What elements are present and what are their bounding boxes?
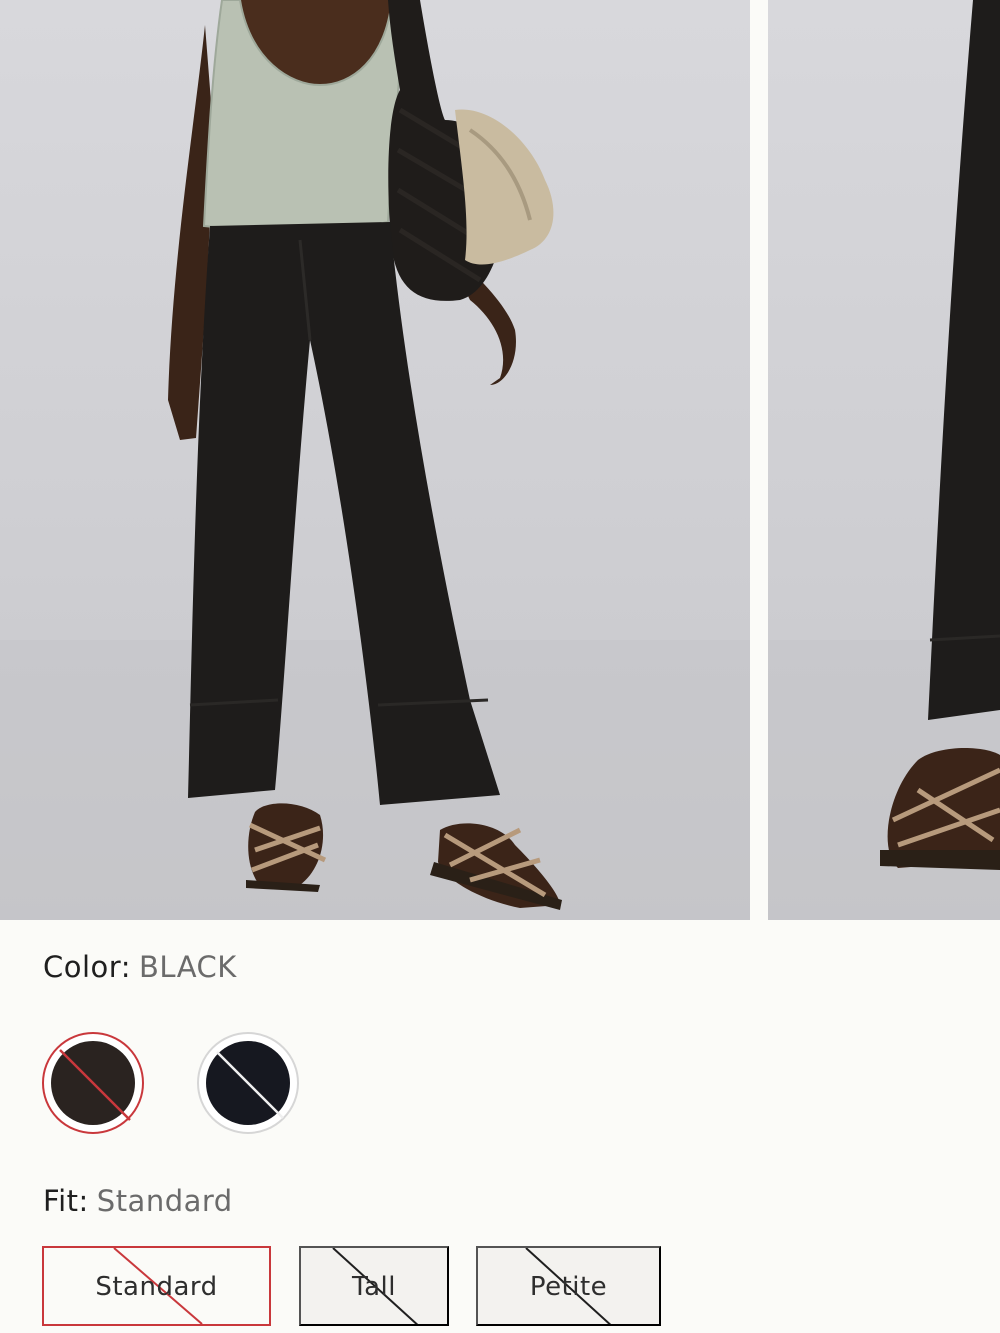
fit-option-petite[interactable]: Petite <box>476 1246 661 1326</box>
fit-option-label: Standard <box>95 1272 218 1302</box>
selected-color-value: BLACK <box>138 950 237 984</box>
fit-option-tall[interactable]: Tall <box>299 1246 449 1326</box>
model-photo-side <box>768 0 1000 920</box>
unavailable-slash-icon <box>59 1049 131 1121</box>
selected-fit-value: Standard <box>96 1184 233 1218</box>
fit-option-label: Tall <box>352 1272 396 1302</box>
fit-label-key: Fit: <box>43 1184 89 1218</box>
unavailable-slash-icon <box>216 1051 284 1119</box>
fit-label: Fit: Standard <box>43 1184 233 1218</box>
product-image-gallery[interactable] <box>0 0 1000 920</box>
color-label-key: Color: <box>43 950 131 984</box>
fit-option-label: Petite <box>529 1272 608 1302</box>
fit-option-standard[interactable]: Standard <box>42 1246 271 1326</box>
color-swatch-black[interactable] <box>42 1032 144 1134</box>
product-image-secondary[interactable] <box>768 0 1000 920</box>
model-photo-front <box>0 0 750 920</box>
product-image-main[interactable] <box>0 0 750 920</box>
color-label: Color: BLACK <box>43 950 237 984</box>
color-swatch-navy[interactable] <box>197 1032 299 1134</box>
